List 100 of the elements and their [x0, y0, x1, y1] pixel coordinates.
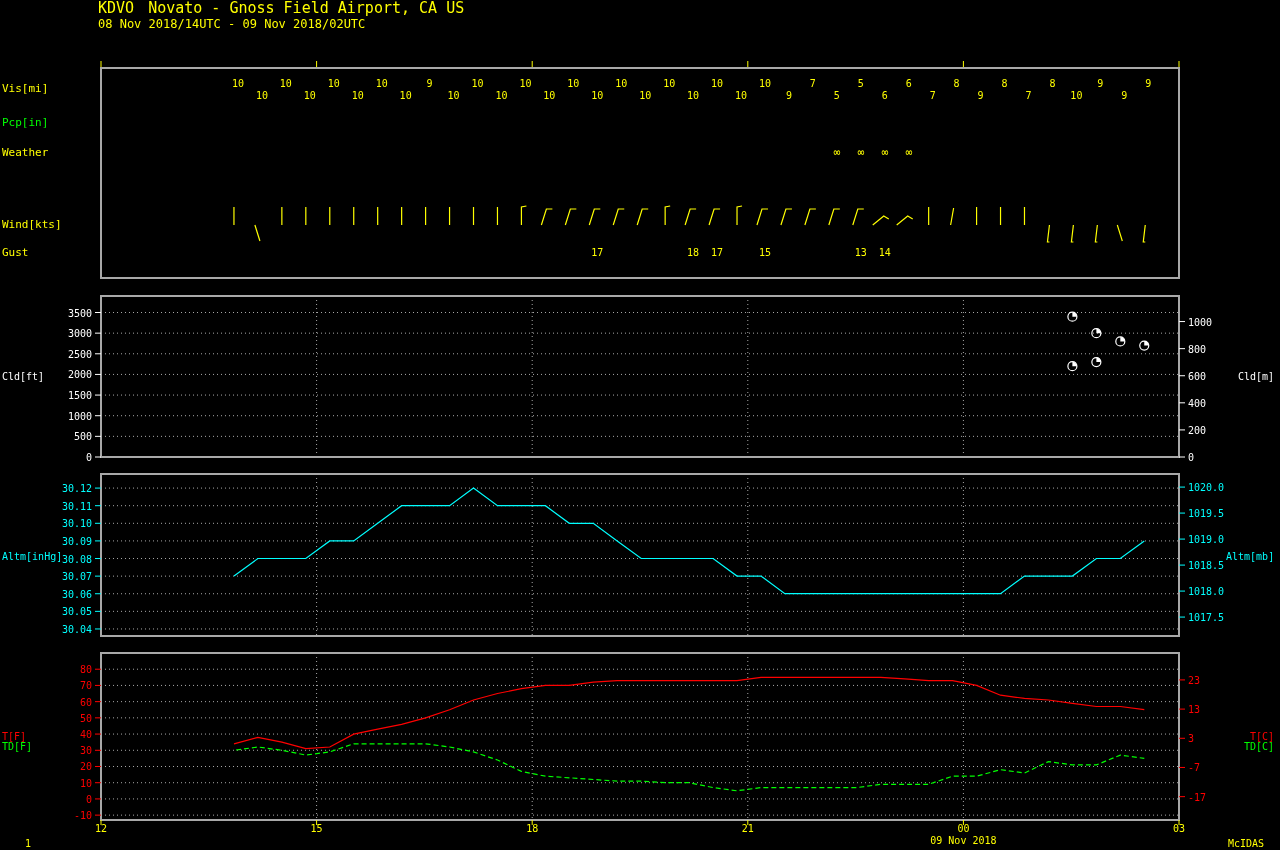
legend-label: T[F]: [2, 731, 27, 742]
axis-tick-label: 50: [79, 712, 92, 724]
wind-barb-icon: [564, 208, 577, 226]
axis-tick-label: 30.07: [61, 571, 92, 583]
axis-tick-label: 30.12: [61, 483, 92, 495]
wind-barb-icon: [1023, 206, 1026, 226]
axis-tick-label: 2500: [67, 348, 92, 360]
visibility-value: 10: [375, 78, 388, 89]
wind-barb-icon: [664, 205, 671, 226]
axis-tick-label: -17: [1188, 791, 1207, 803]
wind-barb-icon: [1046, 224, 1051, 243]
wind-barb-icon: [828, 208, 841, 226]
weather-symbol: ∞: [881, 146, 889, 159]
visibility-value: 5: [833, 90, 840, 101]
wind-barb-icon: [588, 208, 601, 226]
axis-tick-label: 1020.0: [1188, 482, 1225, 494]
axis-title: Cld[ft]: [2, 371, 45, 382]
axis-tick-label: 30.11: [61, 500, 92, 512]
axis-tick-label: 1018.5: [1188, 560, 1225, 572]
axis-tick-label: 1000: [67, 410, 92, 422]
visibility-value: 7: [929, 90, 936, 101]
gust-value: 15: [758, 247, 771, 258]
visibility-value: 6: [881, 90, 888, 101]
wind-barb-icon: [872, 215, 890, 226]
visibility-value: 8: [953, 78, 960, 89]
station-id: KDVO: [98, 1, 135, 16]
wind-barb-icon: [1070, 224, 1074, 243]
visibility-value: 10: [255, 90, 268, 101]
visibility-value: 10: [279, 78, 292, 89]
visibility-value: 7: [809, 78, 816, 89]
axis-tick-label: 30: [79, 745, 92, 757]
axis-tick-label: 30.08: [61, 553, 92, 565]
visibility-value: 9: [1097, 78, 1104, 89]
legend-label: TD[F]: [2, 741, 33, 752]
wind-barb-icon: [950, 207, 955, 226]
visibility-value: 6: [905, 78, 912, 89]
axis-tick-label: 00: [957, 823, 970, 834]
visibility-value: 10: [543, 90, 556, 101]
visibility-value: 7: [1025, 90, 1032, 101]
row-label: Vis[mi]: [2, 82, 49, 95]
axis-tick-label: 60: [79, 696, 92, 708]
page-number: 1: [25, 838, 32, 849]
wind-barb-icon: [804, 208, 817, 226]
gust-value: 13: [854, 247, 867, 258]
axis-title: TD[C]: [1243, 741, 1274, 752]
axis-tick-label: 20: [79, 761, 92, 773]
software-label: McIDAS: [1228, 838, 1265, 849]
row-label: Gust: [2, 246, 29, 259]
visibility-value: 10: [711, 78, 724, 89]
wind-barb-icon: [636, 208, 649, 226]
wind-barb-icon: [1094, 224, 1098, 243]
wind-barb-icon: [496, 206, 499, 226]
axis-tick-label: 30.06: [61, 588, 92, 600]
wind-barb-icon: [540, 208, 553, 226]
wind-barb-icon: [448, 206, 451, 226]
axis-tick-label: 200: [1188, 424, 1207, 436]
axis-tick-label: 30.05: [61, 606, 92, 618]
axis-tick-label: 23: [1188, 674, 1201, 686]
axis-tick-label: 1019.0: [1188, 534, 1225, 546]
axis-tick-label: 3: [1188, 733, 1195, 745]
visibility-value: 8: [1049, 78, 1056, 89]
axis-tick-label: 15: [310, 823, 323, 834]
axis-tick-label: 03: [1173, 823, 1185, 834]
axis-tick-label: 10: [79, 777, 92, 789]
axis-tick-label: 40: [79, 729, 92, 741]
visibility-value: 10: [231, 78, 244, 89]
axis-tick-label: 3500: [67, 307, 92, 319]
row-label: Pcp[in]: [2, 116, 49, 129]
axis-tick-label: 70: [79, 680, 92, 692]
visibility-value: 9: [426, 78, 433, 89]
visibility-value: 10: [1070, 90, 1083, 101]
gust-value: 17: [591, 247, 604, 258]
wind-barb-icon: [852, 208, 865, 226]
axis-tick-label: 30.10: [61, 518, 92, 530]
visibility-value: 10: [351, 90, 364, 101]
gust-value: 17: [711, 247, 724, 258]
axis-tick-label: 18: [526, 823, 539, 834]
visibility-value: 10: [615, 78, 628, 89]
visibility-value: 10: [591, 90, 604, 101]
axis-title: T[C]: [1249, 731, 1274, 742]
wind-barb-icon: [472, 206, 475, 226]
axis-tick-label: 30.04: [61, 623, 92, 635]
row-label: Weather: [2, 146, 49, 159]
axis-tick-label: 1500: [67, 390, 92, 402]
visibility-value: 10: [399, 90, 412, 101]
weather-symbol: ∞: [905, 146, 912, 159]
axis-tick-label: 1019.5: [1188, 508, 1225, 520]
visibility-value: 10: [758, 78, 771, 89]
axis-title: Altm[inHg]: [2, 551, 63, 562]
axis-tick-label: 400: [1188, 397, 1207, 409]
axis-title: Cld[m]: [1238, 371, 1275, 382]
gust-value: 14: [878, 247, 891, 258]
axis-tick-label: 0: [1188, 452, 1195, 463]
axis-title: Altm[mb]: [1226, 551, 1275, 562]
visibility-value: 10: [471, 78, 484, 89]
axis-tick-label: 21: [741, 823, 754, 834]
wind-barb-icon: [708, 208, 721, 226]
wind-barb-icon: [780, 208, 793, 226]
wind-barb-icon: [612, 208, 625, 226]
visibility-value: 9: [977, 90, 984, 101]
